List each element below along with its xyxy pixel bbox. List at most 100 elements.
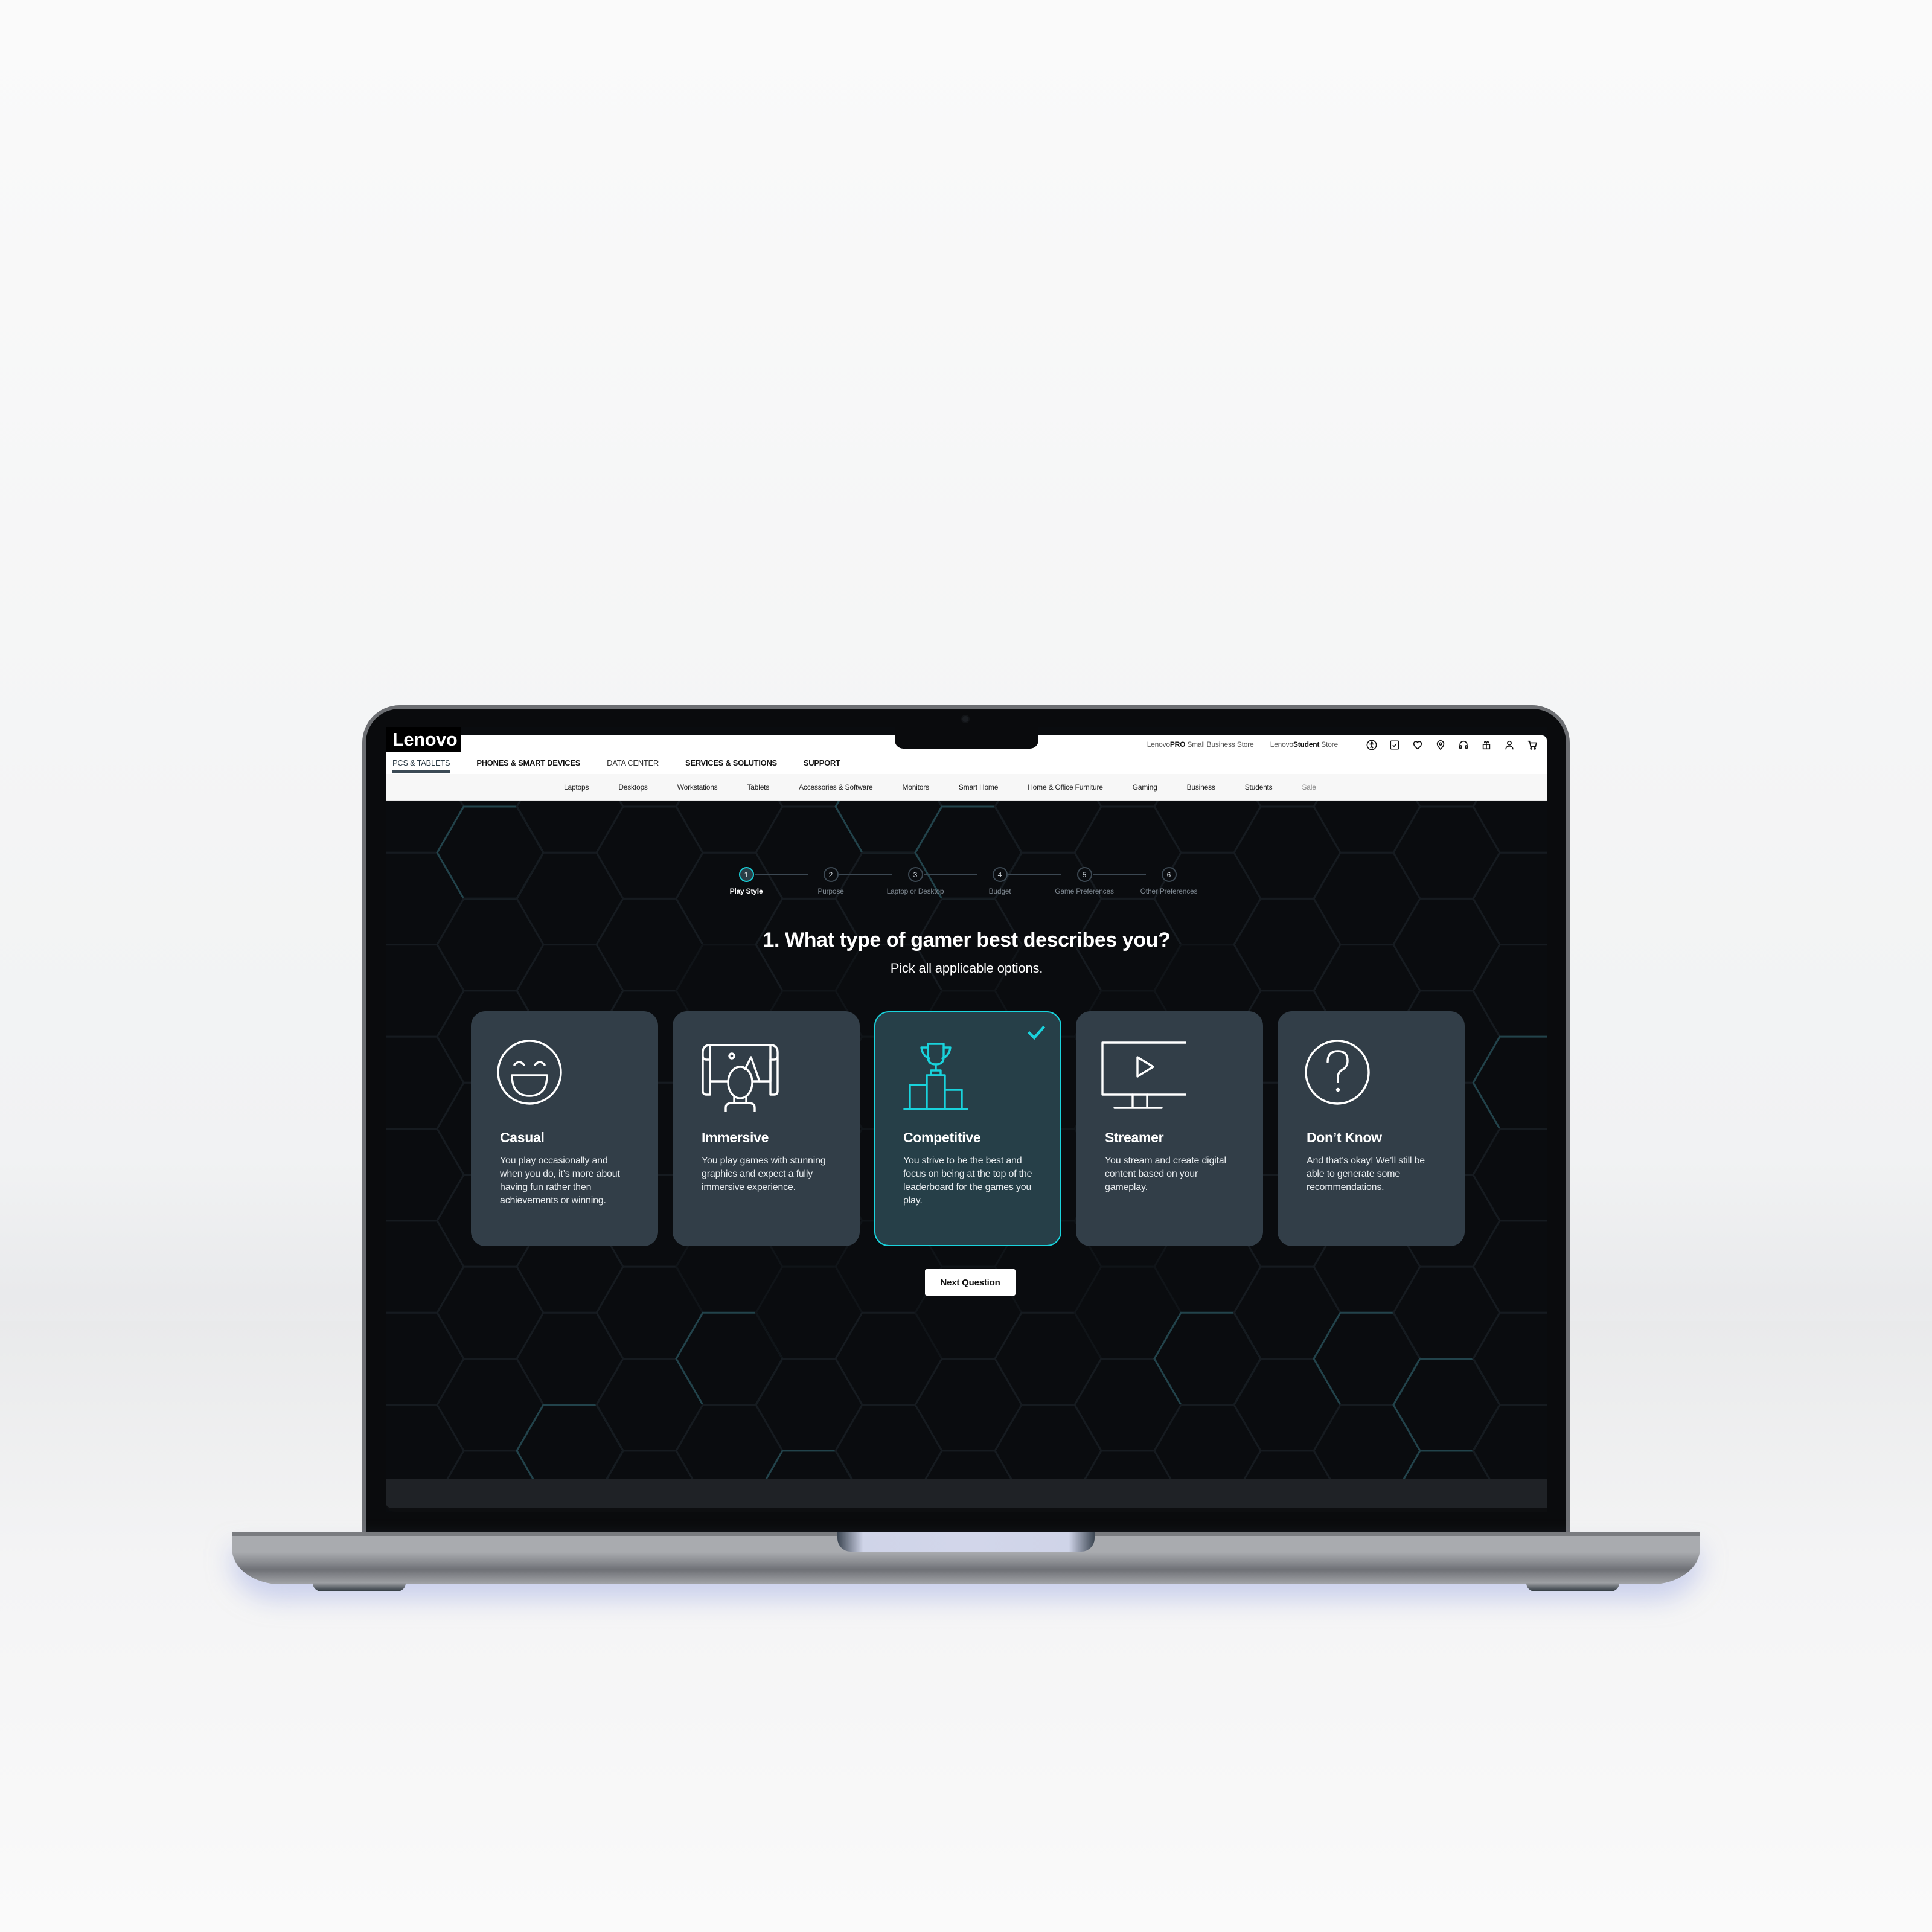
option-title: Competitive [903, 1130, 981, 1145]
hexagon-shape [1233, 1265, 1342, 1360]
camera-notch [895, 709, 1038, 749]
accessibility-icon[interactable] [1366, 739, 1378, 751]
question-subtitle: Pick all applicable options. [890, 961, 1043, 976]
hexagon-shape [1403, 1450, 1491, 1479]
hexagon-shape [595, 805, 704, 900]
option-card-competitive[interactable]: Competitive You strive to be the best an… [874, 1011, 1061, 1246]
step-number: 5 [1076, 867, 1092, 882]
next-question-button[interactable]: Next Question [925, 1269, 1016, 1296]
checkbox-icon[interactable] [1389, 739, 1401, 751]
option-card-dont-know[interactable]: Don’t Know And that’s okay! We’ll still … [1278, 1011, 1465, 1246]
category-smart-home[interactable]: Smart Home [959, 783, 999, 792]
category-home-office-furniture[interactable]: Home & Office Furniture [1028, 783, 1103, 792]
hexagon-shape [1084, 1450, 1172, 1479]
hexagon-shape [436, 805, 545, 900]
step-number: 4 [992, 867, 1008, 882]
step-label: Game Preferences [1055, 887, 1114, 895]
progress-stepper: 1 Play Style 2 Purpose 3 Laptop or Deskt… [730, 867, 1221, 903]
laptop-foot-right [1526, 1583, 1619, 1591]
hexagon-shape [765, 1450, 853, 1479]
category-workstations[interactable]: Workstations [677, 783, 718, 792]
hexagon-shape [834, 1311, 943, 1406]
hexagon-shape [436, 1265, 545, 1360]
cart-icon[interactable] [1526, 739, 1538, 751]
hexagon-shape [516, 1311, 624, 1406]
step-number: 2 [823, 867, 839, 882]
heart-icon[interactable] [1412, 739, 1424, 751]
category-accessories-software[interactable]: Accessories & Software [799, 783, 873, 792]
gift-icon[interactable] [1480, 739, 1492, 751]
hexagon-shape [386, 1035, 465, 1130]
header-main-bar: PCS & TABLETS PHONES & SMART DEVICES DAT… [386, 752, 1547, 797]
step-label: Play Style [729, 887, 763, 895]
question-block: 1. What type of gamer best describes you… [386, 929, 1547, 976]
hexagon-shape [1073, 1265, 1182, 1360]
option-title: Casual [500, 1130, 545, 1145]
step-budget[interactable]: 4 Budget [958, 867, 1042, 895]
option-description: And that’s okay! We’ll still be able to … [1307, 1156, 1425, 1192]
hexagon-shape [1233, 1358, 1342, 1452]
location-icon[interactable] [1435, 739, 1447, 751]
screen-dock-bar [386, 1479, 1547, 1512]
category-sale[interactable]: Sale [1302, 783, 1316, 792]
step-label: Other Preferences [1140, 887, 1198, 895]
hexagon-shape [1073, 1358, 1182, 1452]
lenovo-pro-store-link[interactable]: LenovoPRO Small Business Store [1147, 740, 1254, 749]
nav-support[interactable]: SUPPORT [804, 758, 840, 767]
step-purpose[interactable]: 2 Purpose [788, 867, 873, 895]
category-desktops[interactable]: Desktops [618, 783, 648, 792]
nav-services-solutions[interactable]: SERVICES & SOLUTIONS [685, 758, 777, 767]
hexagon-shape [675, 1404, 784, 1479]
option-card-immersive[interactable]: Immersive You play games with stunning g… [673, 1011, 860, 1246]
question-title: 1. What type of gamer best describes you… [763, 929, 1171, 952]
utility-icons [1366, 739, 1538, 751]
hexagon-shape [994, 1404, 1102, 1479]
category-gaming[interactable]: Gaming [1133, 783, 1157, 792]
option-description: You play games with stunning graphics an… [702, 1156, 826, 1192]
hexagon-shape [994, 1311, 1102, 1406]
step-label: Budget [988, 887, 1011, 895]
hexagon-shape [436, 1358, 545, 1452]
category-business[interactable]: Business [1187, 783, 1215, 792]
hexagon-shape [1233, 805, 1342, 900]
user-icon[interactable] [1503, 739, 1515, 751]
option-title: Immersive [702, 1130, 769, 1145]
hexagon-shape [606, 1450, 694, 1479]
option-title: Streamer [1105, 1130, 1164, 1145]
category-students[interactable]: Students [1245, 783, 1273, 792]
hexagon-shape [1472, 1220, 1547, 1314]
step-other-preferences[interactable]: 6 Other Preferences [1127, 867, 1211, 895]
headset-icon[interactable] [1457, 739, 1470, 751]
hexagon-shape [516, 1404, 624, 1479]
laptop-lid: Lenovo LenovoPRO Small Business Store Le… [362, 705, 1570, 1534]
lenovo-logo[interactable]: Lenovo [386, 727, 461, 752]
hexagon-shape [1153, 1311, 1262, 1406]
trophy-podium-icon [900, 1039, 984, 1112]
hexagon-shape [1153, 1404, 1262, 1479]
laptop-bezel: Lenovo LenovoPRO Small Business Store Le… [366, 709, 1566, 1534]
nav-pcs-tablets[interactable]: PCS & TABLETS [392, 758, 450, 773]
hexagon-shape [1472, 1035, 1547, 1130]
hexagon-shape [1472, 1128, 1547, 1222]
hexagon-shape [595, 1358, 704, 1452]
lenovo-student-store-link[interactable]: LenovoStudent Store [1270, 740, 1338, 749]
step-label: Purpose [817, 887, 844, 895]
hexagon-shape [834, 1404, 943, 1479]
laptop-base [232, 1532, 1700, 1584]
category-tablets[interactable]: Tablets [747, 783, 769, 792]
option-card-casual[interactable]: Casual You play occasionally and when yo… [471, 1011, 658, 1246]
hinge-cutout [837, 1532, 1095, 1552]
step-game-preferences[interactable]: 5 Game Preferences [1042, 867, 1127, 895]
category-monitors[interactable]: Monitors [902, 783, 929, 792]
category-laptops[interactable]: Laptops [564, 783, 589, 792]
nav-data-center[interactable]: DATA CENTER [607, 758, 659, 767]
hexagon-shape [1392, 1265, 1501, 1360]
hexagon-shape [386, 1311, 465, 1406]
hexagon-shape [1243, 1450, 1331, 1479]
nav-phones-smart-devices[interactable]: PHONES & SMART DEVICES [476, 758, 580, 767]
option-card-streamer[interactable]: Streamer You stream and create digital c… [1076, 1011, 1263, 1246]
step-laptop-or-desktop[interactable]: 3 Laptop or Desktop [873, 867, 958, 895]
step-number: 3 [907, 867, 923, 882]
hexagon-shape [924, 1450, 1012, 1479]
step-play-style[interactable]: 1 Play Style [704, 867, 788, 895]
